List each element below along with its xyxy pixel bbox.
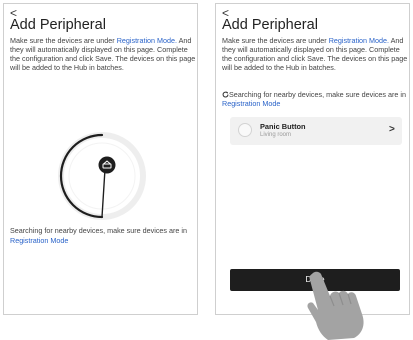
registration-mode-link-2[interactable]: Registration Mode (10, 236, 68, 245)
device-item-panic-button[interactable]: Panic Button Living room > (230, 117, 402, 145)
device-room: Living room (260, 132, 292, 138)
registration-mode-link[interactable]: Registration Mode. (329, 36, 389, 45)
instructions-pre: Make sure the devices are under (222, 36, 329, 45)
instructions-text: Make sure the devices are under Registra… (222, 36, 408, 72)
device-name: Panic Button (260, 122, 306, 131)
searching-text: Searching for nearby devices, make sure … (10, 226, 187, 235)
registration-mode-link-2[interactable]: Registration Mode (222, 99, 280, 108)
searching-status: Searching for nearby devices, make sure … (222, 90, 408, 108)
instructions-pre: Make sure the devices are under (10, 36, 117, 45)
searching-text: Searching for nearby devices, make sure … (229, 90, 406, 99)
registration-mode-link[interactable]: Registration Mode. (117, 36, 177, 45)
search-progress-ring (58, 132, 146, 220)
instructions-text: Make sure the devices are under Registra… (10, 36, 196, 72)
screen-device-found: < Add Peripheral Make sure the devices a… (215, 3, 410, 315)
page-title: Add Peripheral (10, 17, 106, 33)
pointing-hand-icon (307, 271, 364, 340)
device-icon (238, 123, 252, 137)
chevron-right-icon: > (389, 124, 395, 135)
page-title: Add Peripheral (222, 17, 318, 33)
refresh-icon (222, 91, 229, 98)
screen-searching: < Add Peripheral Make sure the devices a… (3, 3, 198, 315)
searching-status: Searching for nearby devices, make sure … (10, 226, 196, 245)
